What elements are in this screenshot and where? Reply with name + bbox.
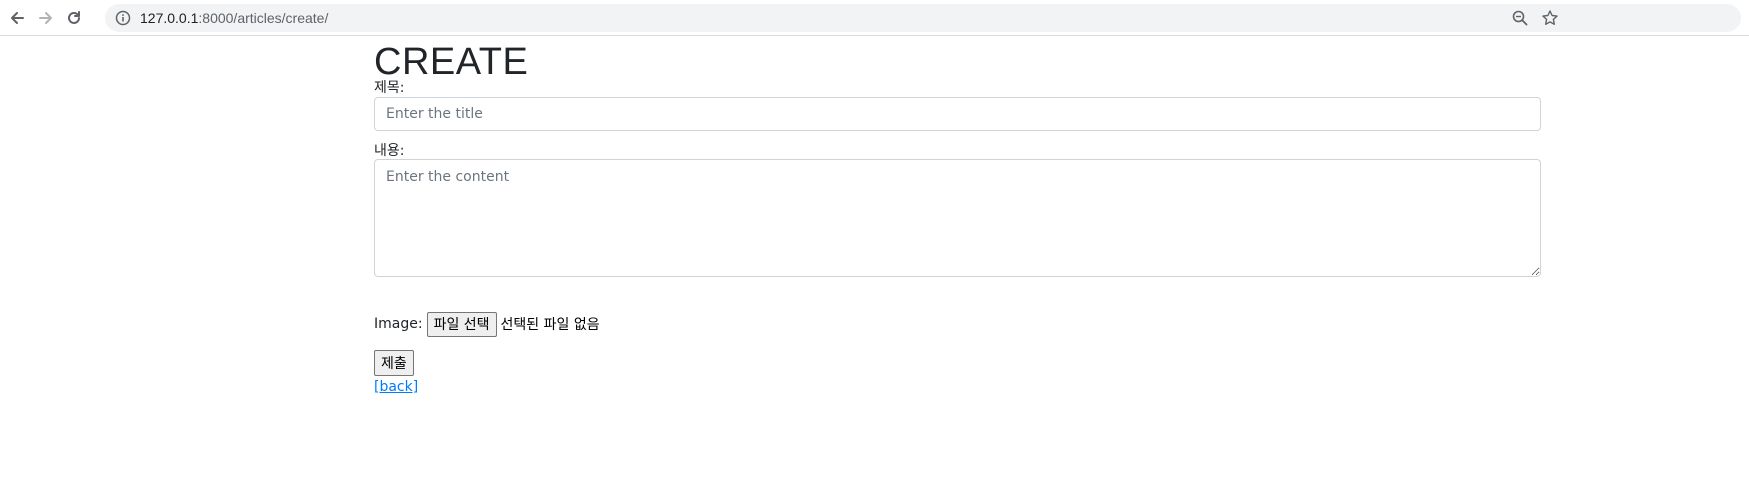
page-title: CREATE: [374, 41, 529, 83]
choose-file-button[interactable]: 파일 선택: [426, 311, 497, 337]
url-host: 127.0.0.1: [140, 10, 199, 26]
title-label: 제목:: [374, 80, 405, 96]
image-label: Image:: [374, 316, 423, 332]
info-icon[interactable]: [115, 10, 131, 26]
back-arrow-icon: [11, 12, 24, 24]
image-upload-row: Image: 파일 선택 선택된 파일 없음: [374, 311, 600, 337]
submit-button[interactable]: 제출: [374, 350, 414, 376]
content-textarea[interactable]: [374, 159, 1541, 277]
back-link[interactable]: [back]: [374, 378, 418, 396]
reload-icon: [68, 11, 80, 24]
file-status-text: 선택된 파일 없음: [500, 317, 600, 333]
star-icon[interactable]: [1541, 9, 1559, 27]
back-button[interactable]: [4, 6, 30, 30]
title-input[interactable]: [374, 97, 1541, 131]
reload-button[interactable]: [61, 6, 87, 30]
content-label: 내용:: [374, 143, 405, 159]
url-path: :8000/articles/create/: [198, 10, 329, 26]
browser-toolbar: 127.0.0.1:8000/articles/create/: [0, 0, 1749, 36]
forward-arrow-icon: [39, 12, 52, 24]
zoom-icon[interactable]: [1511, 9, 1529, 27]
forward-button[interactable]: [33, 6, 59, 30]
url-text[interactable]: 127.0.0.1:8000/articles/create/: [140, 9, 328, 27]
address-bar[interactable]: 127.0.0.1:8000/articles/create/: [105, 4, 1741, 32]
